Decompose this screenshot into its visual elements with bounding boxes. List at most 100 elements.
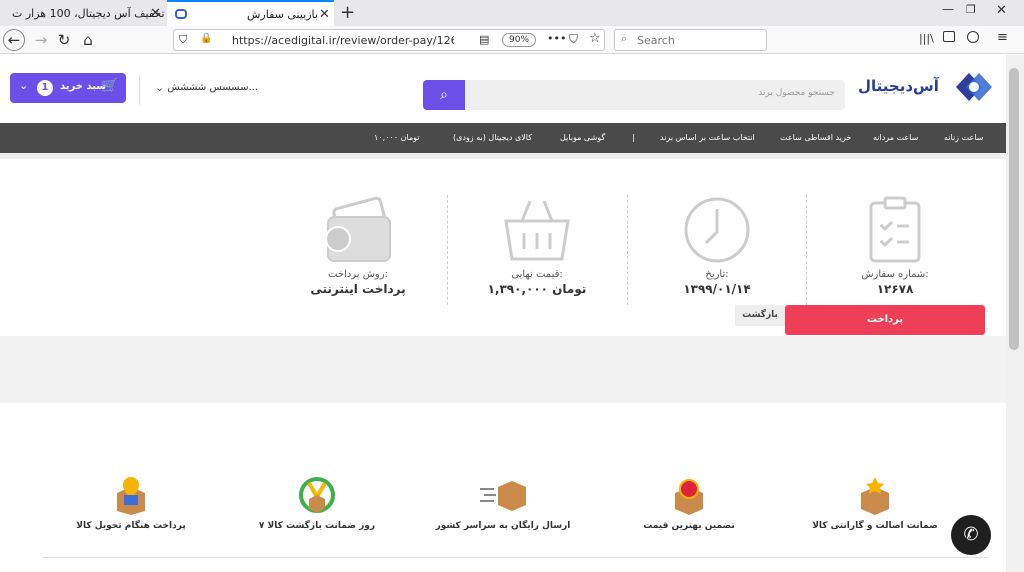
order-date-value: ۱۳۹۹/۰۱/۱۴ xyxy=(683,282,751,296)
basket-icon xyxy=(504,200,570,261)
search-icon: ⌕ xyxy=(440,87,448,103)
feature-authenticity: ضمانت اصالت و گارانتی کالا xyxy=(790,475,960,531)
wallet-icon xyxy=(325,196,391,262)
menu-item-brand-select[interactable]: انتخاب ساعت بر اساس برند xyxy=(660,123,755,153)
reader-view-icon[interactable]: ▤ xyxy=(479,33,489,46)
home-icon[interactable]: ⌂ xyxy=(77,29,99,51)
search-icon: ⌕ xyxy=(621,32,628,45)
info-divider xyxy=(627,195,628,305)
menu-item-digital[interactable]: کالای دیجیتال (به زودی) xyxy=(453,123,532,153)
restore-icon[interactable]: ❐ xyxy=(966,3,976,16)
user-menu[interactable]: ⌄ سسسس شششش... xyxy=(155,79,260,101)
menu-item-womens-watches[interactable]: ساعت زنانه xyxy=(944,123,983,153)
order-price-label: قیمت نهایی: xyxy=(511,269,563,280)
payment-method-value: پرداخت اینترنتی xyxy=(310,282,406,296)
payment-method-label: روش پرداخت: xyxy=(328,269,388,280)
order-price-value: ۱,۳۹۰,۰۰۰ تومان xyxy=(487,282,587,296)
back-icon[interactable]: ← xyxy=(3,29,25,51)
cart-icon: 🛒 xyxy=(101,78,119,94)
menu-item-mens-watches[interactable]: ساعت مردانه xyxy=(873,123,918,153)
pay-button[interactable]: پرداخت xyxy=(785,305,985,335)
menu-item-mobile[interactable]: گوشی موبایل xyxy=(560,123,605,153)
feature-cod: پرداخت هنگام تحویل کالا xyxy=(46,475,216,531)
search-placeholder: Search xyxy=(637,34,675,47)
order-date-label: تاریخ: xyxy=(705,269,729,280)
order-date-col: تاریخ: ۱۳۹۹/۰۱/۱۴ xyxy=(637,195,797,296)
user-name[interactable]: سسسس شششش... xyxy=(167,82,258,93)
new-tab-icon[interactable]: + xyxy=(340,2,355,23)
site-logo[interactable]: آس‌دیجیتال xyxy=(858,69,993,105)
browser-nav-bar: ← → ↻ ⌂ ⛉ 🔒 https://acedigital.ir/review… xyxy=(0,26,1024,54)
box-star-icon xyxy=(861,477,889,515)
cart-button[interactable]: ⌄ 1 سبد خرید 🛒 xyxy=(10,73,126,103)
box-return-icon xyxy=(299,477,335,513)
back-button[interactable]: بازگشت xyxy=(735,305,785,326)
box-badge-icon xyxy=(675,479,703,515)
clock-icon xyxy=(684,197,750,263)
gray-section xyxy=(0,336,1006,403)
page-content: آس‌دیجیتال ⌕ جستجو محصول برند ⌄ سسسس ششش… xyxy=(0,55,1006,572)
box-location-icon xyxy=(117,477,145,515)
site-search-placeholder[interactable]: جستجو محصول برند xyxy=(758,88,835,98)
info-divider xyxy=(806,195,807,305)
feature-label: ۷ روز ضمانت بازگشت کالا xyxy=(258,521,376,531)
order-number-label: شماره سفارش: xyxy=(861,269,929,280)
browser-tab-discount[interactable]: کد تخفیف آس دیجیتال، 100 هزار ت ✕ xyxy=(0,0,165,26)
tab-favicon-icon xyxy=(175,9,187,19)
browser-tab-order-review[interactable]: بازبینی سفارش ✕ xyxy=(167,0,334,26)
lock-icon[interactable]: 🔒 xyxy=(200,33,212,44)
clipboard-check-icon xyxy=(869,196,921,263)
order-number-value: ۱۲۶۷۸ xyxy=(876,282,914,296)
minimize-icon[interactable]: — xyxy=(942,2,954,16)
feature-label: تضمین بهترین قیمت xyxy=(643,521,735,531)
feature-label: پرداخت هنگام تحویل کالا xyxy=(76,521,186,531)
feature-label: ارسال رایگان به سراسر کشور xyxy=(435,521,571,531)
fast-box-icon xyxy=(480,481,526,511)
payment-method-col: روش پرداخت: پرداخت اینترنتی xyxy=(278,195,438,296)
feature-free-shipping: ارسال رایگان به سراسر کشور xyxy=(418,475,588,531)
url-bar[interactable]: ⛉ 🔒 https://acedigital.ir/review/order-p… xyxy=(173,29,605,51)
menu-shadow xyxy=(0,153,1006,159)
browser-tab-bar: کد تخفیف آس دیجیتال، 100 هزار ت ✕ بازبین… xyxy=(0,0,1024,26)
site-search-button[interactable]: ⌕ xyxy=(423,80,465,110)
tab-close-icon[interactable]: ✕ xyxy=(150,6,161,21)
menu-item-installment[interactable]: خرید اقساطی ساعت xyxy=(780,123,851,153)
logo-text: آس‌دیجیتال xyxy=(858,77,939,95)
sidebar-icon[interactable] xyxy=(943,31,955,42)
whatsapp-button[interactable]: ✆ xyxy=(951,515,991,555)
chevron-down-icon: ⌄ xyxy=(19,79,29,92)
footer-divider xyxy=(42,557,988,558)
cart-count-badge: 1 xyxy=(37,80,53,96)
main-menu: ساعت زنانه ساعت مردانه خرید اقساطی ساعت … xyxy=(0,123,1006,153)
shield-icon[interactable]: ⛉ xyxy=(179,33,187,47)
feature-label: ضمانت اصالت و گارانتی کالا xyxy=(812,521,938,531)
menu-icon[interactable]: ≡ xyxy=(997,30,1008,45)
site-search[interactable]: ⌕ جستجو محصول برند xyxy=(423,80,845,110)
info-divider xyxy=(447,195,448,305)
tab-title: کد تخفیف آس دیجیتال، 100 هزار ت xyxy=(12,6,165,20)
tab-close-icon[interactable]: ✕ xyxy=(319,7,330,22)
more-actions-icon[interactable]: ••• xyxy=(547,32,566,45)
menu-separator: | xyxy=(632,133,635,142)
menu-item-wallet[interactable]: ۱۰,۰۰۰ تومان xyxy=(374,123,420,153)
feature-best-price: تضمین بهترین قیمت xyxy=(604,475,774,531)
chevron-down-icon: ⌄ xyxy=(155,81,165,94)
account-icon[interactable] xyxy=(967,31,979,43)
bookmark-star-icon[interactable]: ☆ xyxy=(589,31,601,46)
browser-search-field[interactable]: ⌕ Search xyxy=(614,29,767,51)
cart-label: سبد خرید xyxy=(60,81,107,92)
reload-icon[interactable]: ↻ xyxy=(53,29,75,51)
library-icon[interactable]: |||\ xyxy=(919,32,934,45)
scrollbar-thumb[interactable] xyxy=(1009,68,1019,350)
forward-icon[interactable]: → xyxy=(30,29,52,51)
order-number-col: شماره سفارش: ۱۲۶۷۸ xyxy=(815,195,975,296)
feature-return: ۷ روز ضمانت بازگشت کالا xyxy=(232,475,402,531)
zoom-badge[interactable]: 90% xyxy=(502,33,537,47)
whatsapp-icon: ✆ xyxy=(963,524,979,545)
pocket-icon[interactable]: ⛉ xyxy=(569,32,578,47)
tab-title: بازبینی سفارش xyxy=(247,7,318,21)
url-text[interactable]: https://acedigital.ir/review/order-pay/1… xyxy=(232,34,454,47)
order-price-col: قیمت نهایی: ۱,۳۹۰,۰۰۰ تومان xyxy=(457,195,617,296)
header-divider xyxy=(139,75,140,105)
close-window-icon[interactable]: ✕ xyxy=(996,3,1007,18)
